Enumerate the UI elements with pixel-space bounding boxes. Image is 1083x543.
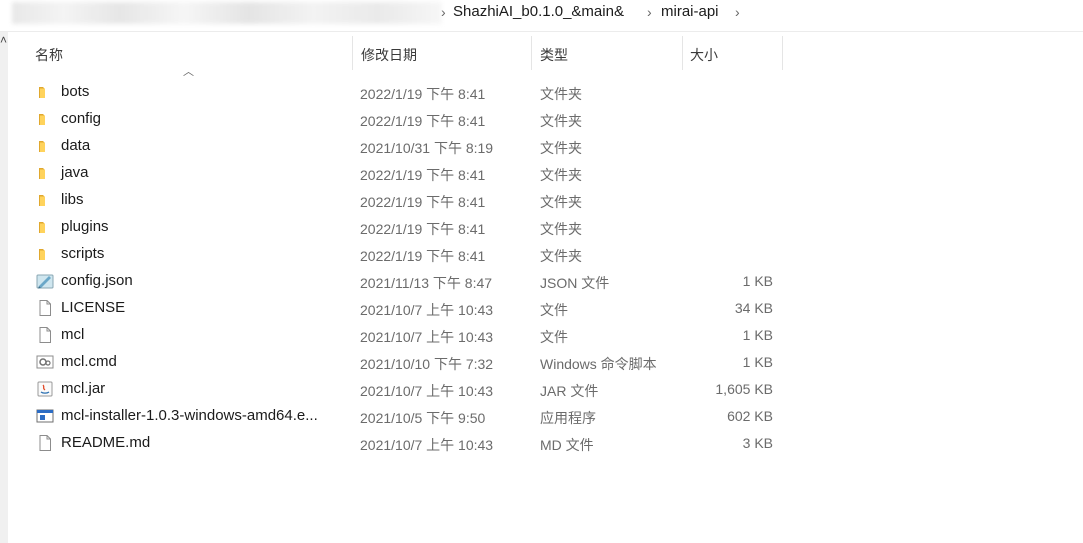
column-header: ︿ 名称 修改日期 类型 大小 bbox=[0, 32, 1083, 78]
file-size: 1,605 KB bbox=[715, 381, 773, 397]
file-date-modified: 2022/1/19 下午 8:41 bbox=[360, 86, 486, 102]
chevron-right-icon[interactable]: › bbox=[735, 4, 740, 20]
file-type: JAR 文件 bbox=[540, 383, 599, 399]
json-file-icon bbox=[36, 273, 54, 289]
column-divider[interactable] bbox=[531, 36, 532, 70]
file-name: mcl.jar bbox=[61, 380, 106, 397]
navigation-pane-edge[interactable] bbox=[0, 32, 8, 543]
file-name: java bbox=[61, 164, 89, 181]
file-type: Windows 命令脚本 bbox=[540, 356, 657, 372]
column-divider[interactable] bbox=[682, 36, 683, 70]
file-type: JSON 文件 bbox=[540, 275, 610, 291]
file-row[interactable]: data 2021/10/31 下午 8:19 文件夹 bbox=[30, 133, 790, 160]
file-name: config.json bbox=[61, 272, 133, 289]
file-date-modified: 2021/10/7 上午 10:43 bbox=[360, 329, 494, 345]
file-type: 文件夹 bbox=[540, 86, 582, 102]
file-date-modified: 2022/1/19 下午 8:41 bbox=[360, 113, 486, 129]
column-date-modified[interactable]: 修改日期 bbox=[361, 45, 417, 65]
file-type: 文件夹 bbox=[540, 167, 582, 183]
file-size: 1 KB bbox=[742, 354, 773, 370]
file-row[interactable]: mcl-installer-1.0.3-windows-amd64.e... 20… bbox=[30, 403, 790, 430]
file-type: 文件夹 bbox=[540, 221, 582, 237]
file-name: mcl bbox=[61, 326, 85, 343]
file-row[interactable]: mcl.cmd 2021/10/10 下午 7:32 Windows 命令脚本 1 K… bbox=[30, 349, 790, 376]
folder-icon bbox=[36, 165, 54, 181]
file-row[interactable]: libs 2022/1/19 下午 8:41 文件夹 bbox=[30, 187, 790, 214]
breadcrumb-item-shazhiai[interactable]: ShazhiAI_b0.1.0_&main& bbox=[453, 3, 624, 20]
blurred-path-segment bbox=[12, 2, 442, 24]
file-name: libs bbox=[61, 191, 84, 208]
file-size: 3 KB bbox=[742, 435, 773, 451]
file-date-modified: 2021/11/13 下午 8:47 bbox=[360, 275, 493, 291]
chevron-right-icon[interactable]: › bbox=[441, 4, 446, 20]
sort-ascending-icon: ︿ bbox=[183, 66, 194, 78]
file-type: 文件 bbox=[540, 329, 568, 345]
column-size[interactable]: 大小 bbox=[690, 45, 718, 65]
file-type: 文件夹 bbox=[540, 248, 582, 264]
file-type: 文件夹 bbox=[540, 194, 582, 210]
application-icon bbox=[36, 408, 54, 424]
file-size: 602 KB bbox=[727, 408, 773, 424]
file-date-modified: 2021/10/7 上午 10:43 bbox=[360, 437, 494, 453]
file-name: bots bbox=[61, 83, 90, 100]
file-date-modified: 2021/10/5 下午 9:50 bbox=[360, 410, 486, 426]
address-bar[interactable]: › ShazhiAI_b0.1.0_&main& › mirai-api › bbox=[0, 0, 1083, 31]
file-name: plugins bbox=[61, 218, 109, 235]
chevron-right-icon[interactable]: › bbox=[647, 4, 652, 20]
file-name: mcl-installer-1.0.3-windows-amd64.e... bbox=[61, 407, 318, 424]
file-name: config bbox=[61, 110, 102, 127]
file-icon bbox=[36, 300, 54, 316]
file-date-modified: 2022/1/19 下午 8:41 bbox=[360, 248, 486, 264]
file-type: 文件 bbox=[540, 302, 568, 318]
file-type: 文件夹 bbox=[540, 113, 582, 129]
java-jar-icon bbox=[36, 381, 54, 397]
file-name: mcl.cmd bbox=[61, 353, 117, 370]
file-type: 应用程序 bbox=[540, 410, 596, 426]
file-name: LICENSE bbox=[61, 299, 126, 316]
file-icon bbox=[36, 435, 54, 451]
folder-icon bbox=[36, 84, 54, 100]
file-date-modified: 2021/10/31 下午 8:19 bbox=[360, 140, 494, 156]
column-name[interactable]: 名称 bbox=[35, 45, 63, 65]
file-icon bbox=[36, 327, 54, 343]
folder-icon bbox=[36, 219, 54, 235]
file-row[interactable]: config.json 2021/11/13 下午 8:47 JSON 文件 1 KB bbox=[30, 268, 790, 295]
file-row[interactable]: scripts 2022/1/19 下午 8:41 文件夹 bbox=[30, 241, 790, 268]
file-row[interactable]: mcl 2021/10/7 上午 10:43 文件 1 KB bbox=[30, 322, 790, 349]
file-row[interactable]: README.md 2021/10/7 上午 10:43 MD 文件 3 KB bbox=[30, 430, 790, 457]
file-date-modified: 2021/10/7 上午 10:43 bbox=[360, 383, 494, 399]
column-divider[interactable] bbox=[352, 36, 353, 70]
folder-icon bbox=[36, 192, 54, 208]
file-date-modified: 2022/1/19 下午 8:41 bbox=[360, 221, 486, 237]
file-date-modified: 2022/1/19 下午 8:41 bbox=[360, 194, 486, 210]
file-date-modified: 2021/10/10 下午 7:32 bbox=[360, 356, 494, 372]
breadcrumb-item-mirai-api[interactable]: mirai-api bbox=[661, 3, 719, 20]
file-name: README.md bbox=[61, 434, 151, 451]
file-type: 文件夹 bbox=[540, 140, 582, 156]
file-name: scripts bbox=[61, 245, 105, 262]
file-name: data bbox=[61, 137, 91, 154]
file-date-modified: 2021/10/7 上午 10:43 bbox=[360, 302, 494, 318]
file-row[interactable]: bots 2022/1/19 下午 8:41 文件夹 bbox=[30, 79, 790, 106]
folder-icon bbox=[36, 246, 54, 262]
column-divider[interactable] bbox=[782, 36, 783, 70]
file-row[interactable]: java 2022/1/19 下午 8:41 文件夹 bbox=[30, 160, 790, 187]
file-size: 34 KB bbox=[734, 300, 773, 316]
file-row[interactable]: plugins 2022/1/19 下午 8:41 文件夹 bbox=[30, 214, 790, 241]
file-size: 1 KB bbox=[742, 327, 773, 343]
file-size: 1 KB bbox=[742, 273, 773, 289]
column-type[interactable]: 类型 bbox=[540, 45, 568, 65]
file-type: MD 文件 bbox=[540, 437, 594, 453]
file-row[interactable]: mcl.jar 2021/10/7 上午 10:43 JAR 文件 1,605 KB bbox=[30, 376, 790, 403]
file-row[interactable]: config 2022/1/19 下午 8:41 文件夹 bbox=[30, 106, 790, 133]
file-row[interactable]: LICENSE 2021/10/7 上午 10:43 文件 34 KB bbox=[30, 295, 790, 322]
folder-icon bbox=[36, 111, 54, 127]
cmd-script-icon bbox=[36, 354, 54, 370]
folder-icon bbox=[36, 138, 54, 154]
file-date-modified: 2022/1/19 下午 8:41 bbox=[360, 167, 486, 183]
